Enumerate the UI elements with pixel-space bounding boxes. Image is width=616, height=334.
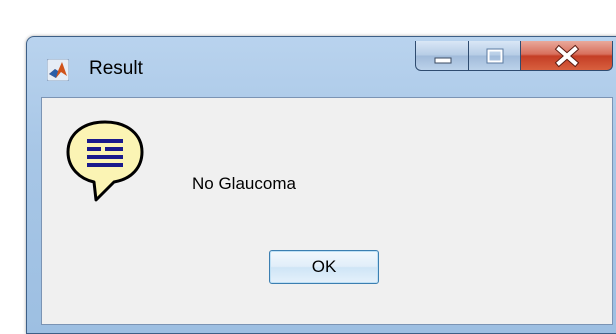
desktop: Result No Glaucoma OK xyxy=(0,0,616,334)
message-text: No Glaucoma xyxy=(192,174,296,193)
maximize-icon xyxy=(486,48,504,64)
minimize-button[interactable] xyxy=(415,41,469,71)
caption-buttons xyxy=(415,41,613,71)
close-button[interactable] xyxy=(521,41,613,71)
result-dialog-window: Result No Glaucoma OK xyxy=(26,36,616,334)
ok-button[interactable]: OK xyxy=(269,250,379,284)
minimize-icon xyxy=(434,57,452,64)
close-icon xyxy=(554,44,580,68)
maximize-button[interactable] xyxy=(469,41,521,71)
window-title: Result xyxy=(89,58,143,79)
dialog-client-area: No Glaucoma OK xyxy=(41,97,613,325)
help-speech-bubble-icon xyxy=(66,120,144,202)
title-bar[interactable]: Result xyxy=(27,37,616,95)
matlab-icon xyxy=(47,59,69,81)
